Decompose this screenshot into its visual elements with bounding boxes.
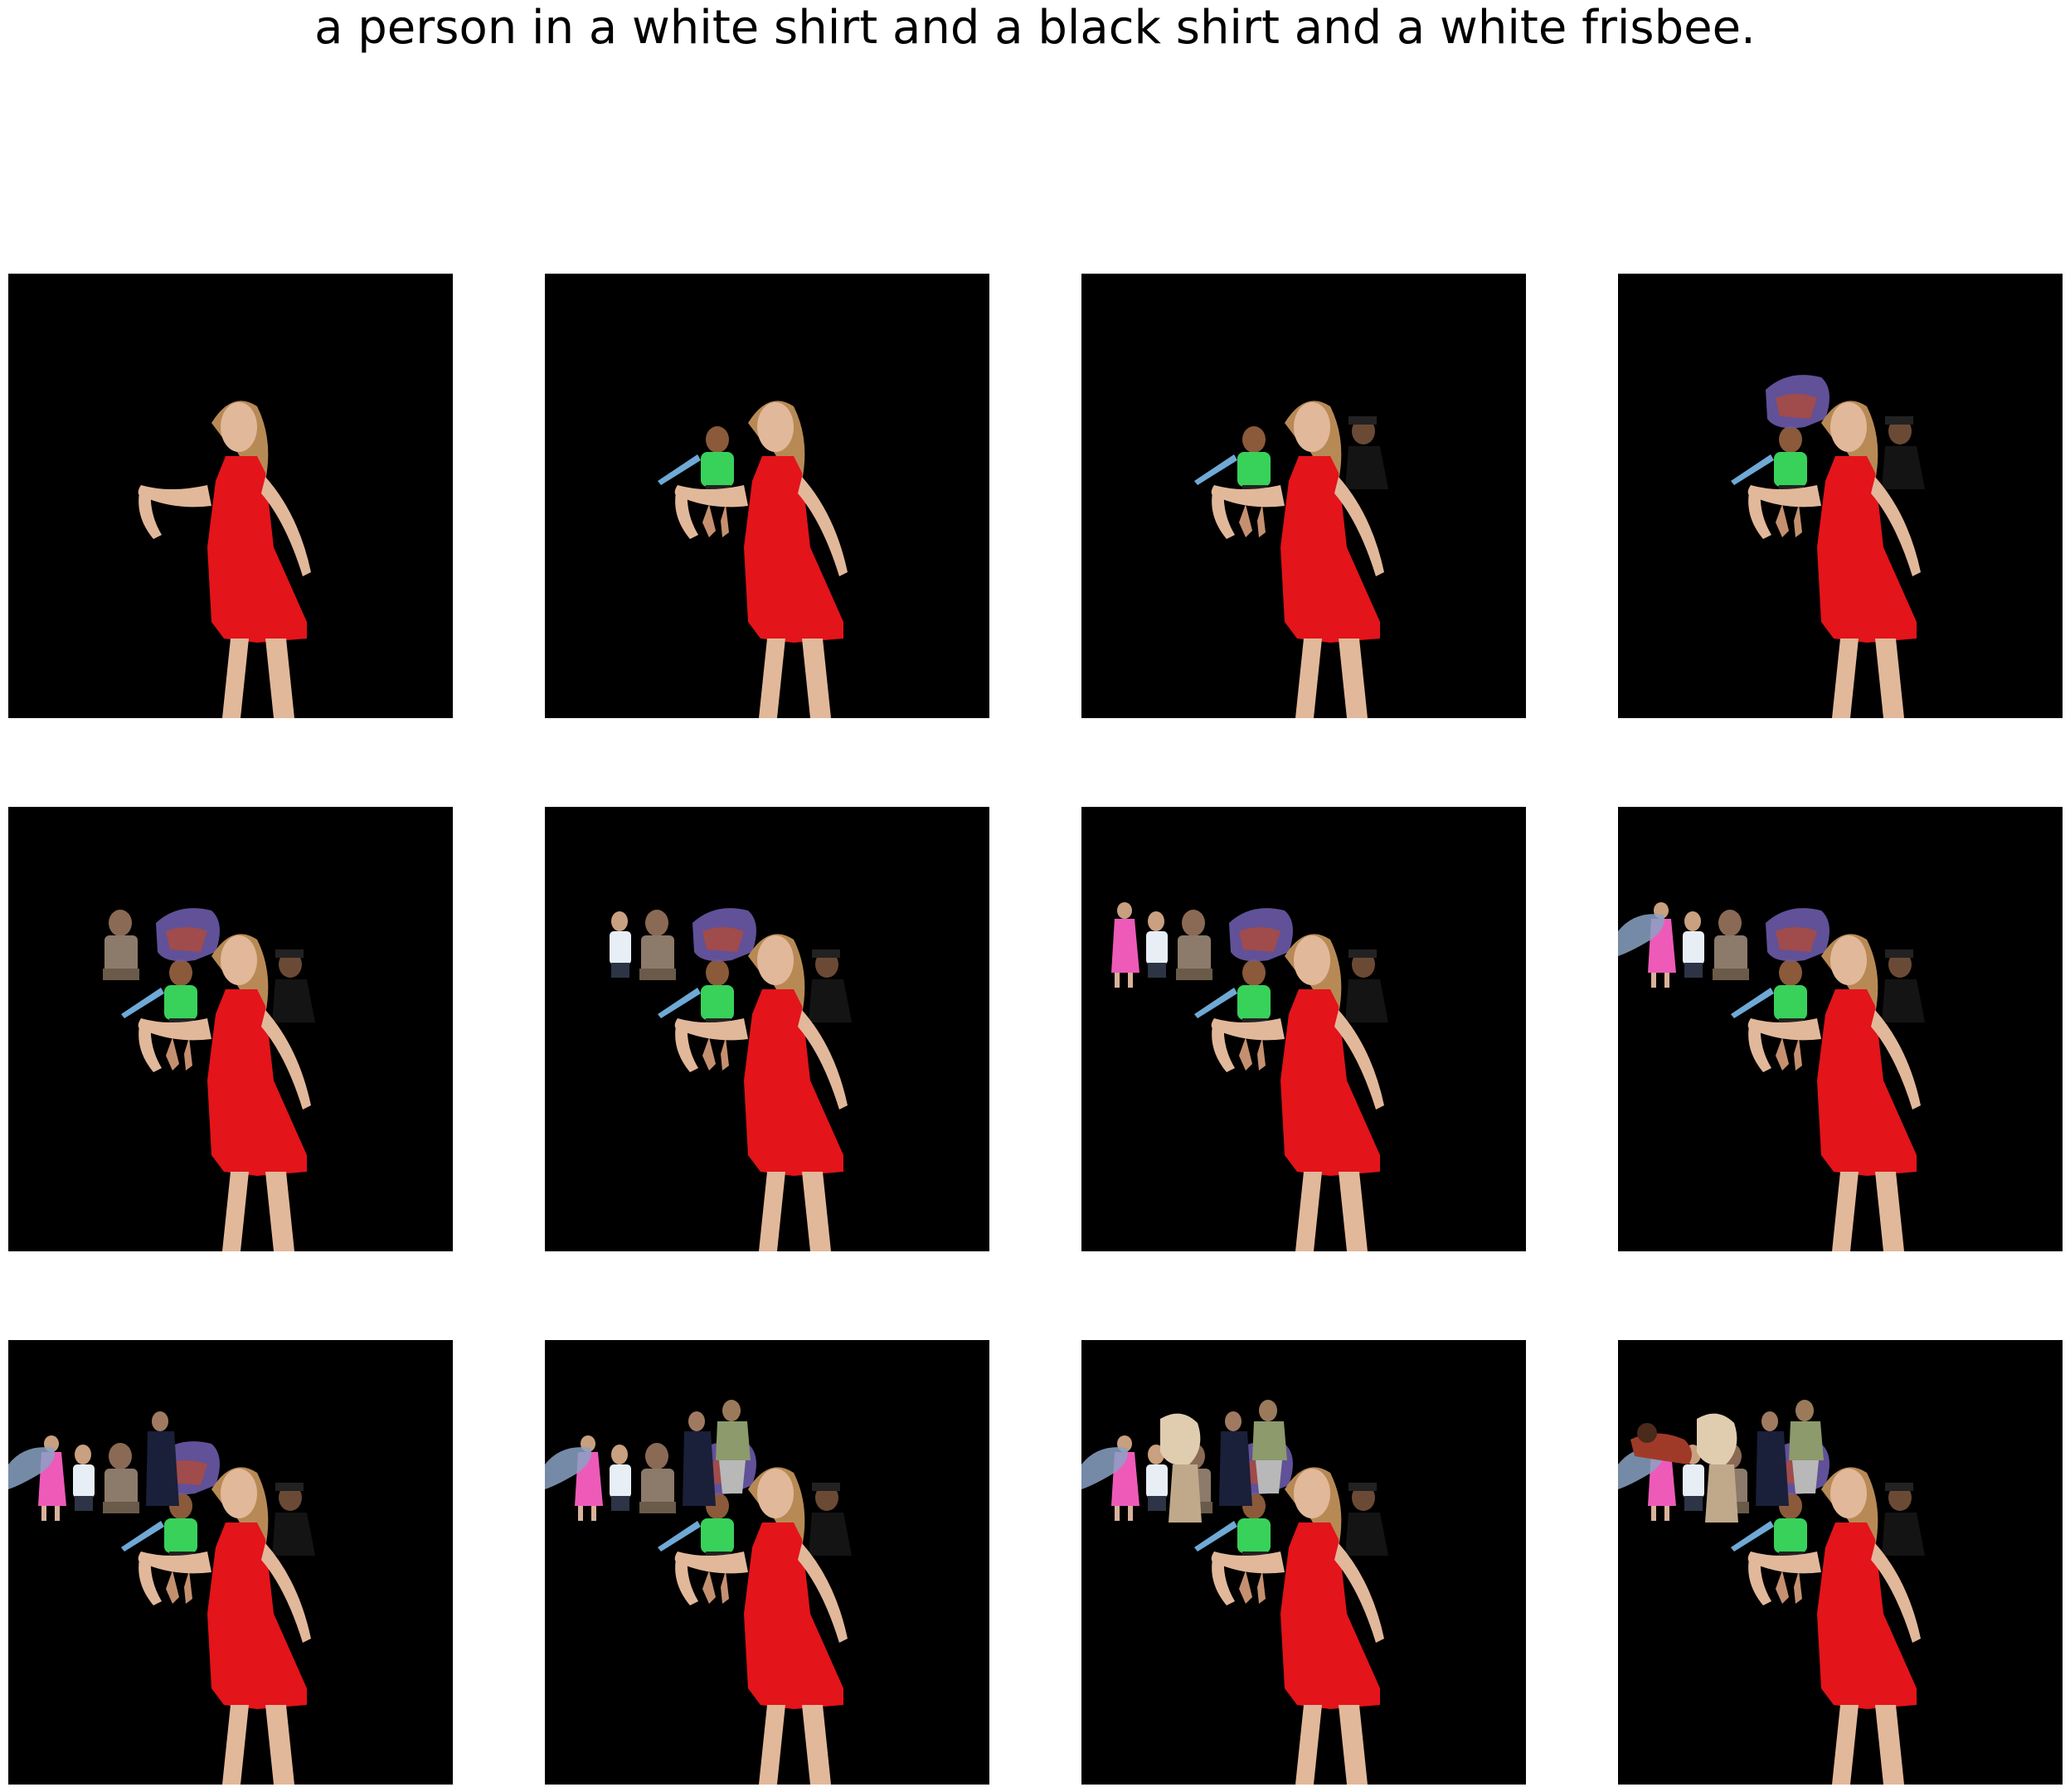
panel-image bbox=[1081, 1340, 1526, 1785]
panel-image bbox=[8, 274, 453, 718]
image-panel-2 bbox=[545, 274, 989, 718]
panel-image bbox=[1618, 274, 2063, 718]
panel-image bbox=[1618, 1340, 2063, 1785]
image-panel-5 bbox=[8, 807, 453, 1251]
image-panel-7 bbox=[1081, 807, 1526, 1251]
image-panel-12 bbox=[1618, 1340, 2063, 1785]
panel-image bbox=[545, 274, 989, 718]
image-panel-1 bbox=[8, 274, 453, 718]
panel-image bbox=[8, 807, 453, 1251]
panel-image bbox=[545, 807, 989, 1251]
image-panel-10 bbox=[545, 1340, 989, 1785]
figure-caption: a person in a white shirt and a black sh… bbox=[314, 1, 1756, 55]
purple-blob-cutout bbox=[1229, 908, 1293, 962]
purple-blob-cutout bbox=[1766, 375, 1829, 429]
panel-image bbox=[1618, 807, 2063, 1251]
panel-image bbox=[8, 1340, 453, 1785]
panel-image bbox=[545, 1340, 989, 1785]
image-panel-8 bbox=[1618, 807, 2063, 1251]
purple-blob-cutout bbox=[156, 908, 220, 962]
purple-blob-cutout bbox=[692, 908, 756, 962]
image-panel-6 bbox=[545, 807, 989, 1251]
purple-blob-cutout bbox=[1766, 908, 1829, 962]
image-panel-11 bbox=[1081, 1340, 1526, 1785]
image-panel-3 bbox=[1081, 274, 1526, 718]
panel-image bbox=[1081, 274, 1526, 718]
image-panel-4 bbox=[1618, 274, 2063, 718]
image-panel-9 bbox=[8, 1340, 453, 1785]
panel-image bbox=[1081, 807, 1526, 1251]
